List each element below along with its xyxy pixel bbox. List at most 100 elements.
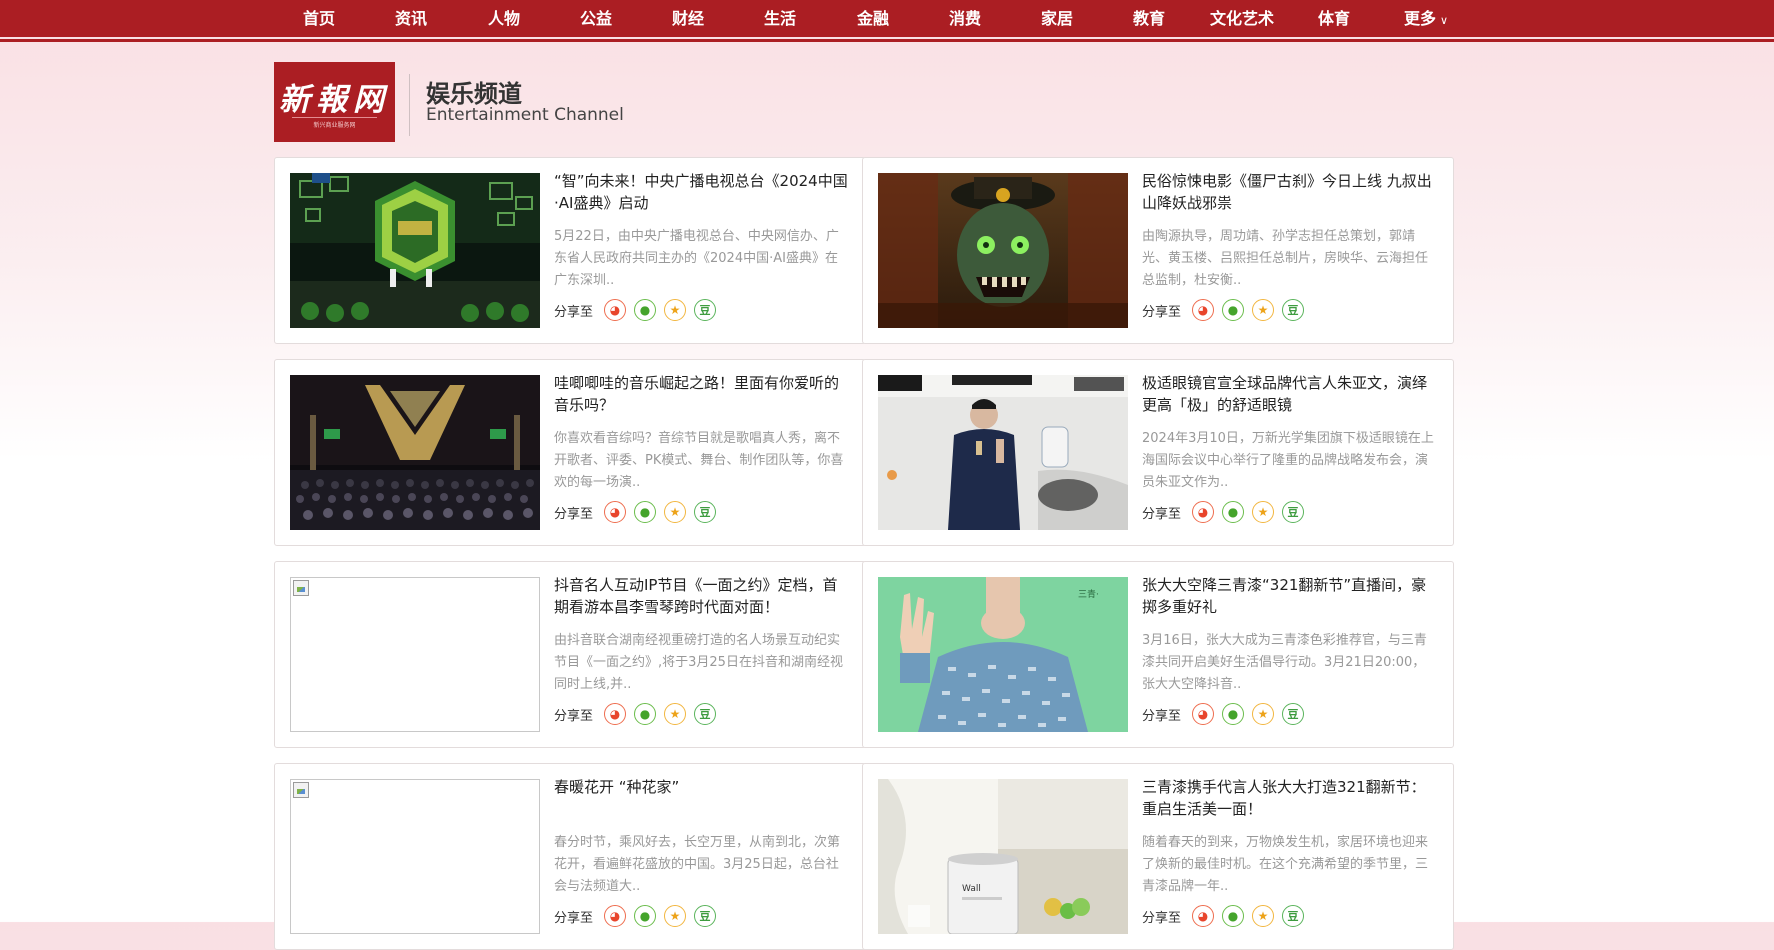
share-label: 分享至 <box>554 506 594 522</box>
nav-item-culture-art[interactable]: 文化艺术 <box>1206 0 1278 37</box>
article-thumbnail[interactable]: 三青· <box>878 577 1128 732</box>
douban-icon[interactable]: 豆 <box>1282 905 1305 927</box>
article-thumbnail[interactable] <box>290 375 540 530</box>
share-bar: 分享至 ◕ ● ★ 豆 <box>1142 299 1305 321</box>
logo-divider <box>292 117 377 118</box>
weibo-icon[interactable]: ◕ <box>604 299 627 321</box>
logo-subtitle: 新兴商业服务网 <box>313 122 356 129</box>
weibo-icon[interactable]: ◕ <box>1192 501 1215 523</box>
douban-icon[interactable]: 豆 <box>694 299 717 321</box>
article-title[interactable]: 民俗惊悚电影《僵尸古刹》今日上线 九叔出山降妖战邪祟 <box>1142 170 1437 214</box>
article-title[interactable]: 抖音名人互动IP节目《一面之约》定档，首期看游本昌李雪琴跨时代面对面！ <box>554 574 849 618</box>
article-thumbnail[interactable] <box>290 173 540 328</box>
article-card[interactable]: 抖音名人互动IP节目《一面之约》定档，首期看游本昌李雪琴跨时代面对面！ 由抖音联合… <box>274 561 866 748</box>
article-thumbnail[interactable] <box>878 375 1128 530</box>
broken-image-thumbnail[interactable] <box>290 779 540 934</box>
article-title[interactable]: 极适眼镜官宣全球品牌代言人朱亚文，演绎更高「极」的舒适眼镜 <box>1142 372 1437 416</box>
broken-image-thumbnail[interactable] <box>290 577 540 732</box>
qzone-icon[interactable]: ★ <box>1252 299 1275 321</box>
article-summary: 春分时节，乘风好去，长空万里，从南到北，次第花开，看遍鲜花盛放的中国。3月25日… <box>554 835 841 894</box>
douban-icon[interactable]: 豆 <box>1282 501 1305 523</box>
site-logo[interactable]: 新報网 新兴商业服务网 <box>274 62 395 142</box>
article-summary: 2024年3月10日，万新光学集团旗下极适眼镜在上海国际会议中心举行了隆重的品牌… <box>1142 431 1434 490</box>
share-bar: 分享至 ◕ ● ★ 豆 <box>1142 501 1305 523</box>
qzone-icon[interactable]: ★ <box>664 703 687 725</box>
header-divider <box>409 74 410 136</box>
nav-item-education[interactable]: 教育 <box>1128 0 1170 37</box>
article-summary: 5月22日，由中央广播电视总台、中央网信办、广东省人民政府共同主办的《2024中… <box>554 229 839 288</box>
nav-item-life[interactable]: 生活 <box>759 0 801 37</box>
wechat-icon[interactable]: ● <box>634 299 657 321</box>
nav-item-more[interactable]: 更多 ∨ <box>1398 0 1454 37</box>
wechat-icon[interactable]: ● <box>1222 501 1245 523</box>
channel-subtitle: Entertainment Channel <box>426 105 624 125</box>
nav-item-people[interactable]: 人物 <box>483 0 525 37</box>
qzone-icon[interactable]: ★ <box>1252 703 1275 725</box>
article-thumbnail[interactable]: Wall <box>878 779 1128 934</box>
douban-icon[interactable]: 豆 <box>694 905 717 927</box>
weibo-icon[interactable]: ◕ <box>1192 703 1215 725</box>
article-summary: 随着春天的到来，万物焕发生机，家居环境也迎来了焕新的最佳时机。在这个充满希望的季… <box>1142 835 1429 894</box>
nav-item-banking[interactable]: 金融 <box>852 0 894 37</box>
article-title[interactable]: “智”向未来！中央广播电视总台《2024中国·AI盛典》启动 <box>554 170 849 214</box>
share-label: 分享至 <box>1142 708 1182 724</box>
douban-icon[interactable]: 豆 <box>694 501 717 523</box>
weibo-icon[interactable]: ◕ <box>1192 299 1215 321</box>
chevron-down-icon: ∨ <box>1439 14 1449 27</box>
weibo-icon[interactable]: ◕ <box>1192 905 1215 927</box>
article-title[interactable]: 张大大空降三青漆“321翻新节”直播间，豪掷多重好礼 <box>1142 574 1437 618</box>
nav-item-home[interactable]: 首页 <box>298 0 340 37</box>
article-card[interactable]: 三青· 张大大空降三青漆“321翻新节”直播间，豪掷多重好礼 3月16日，张大大成… <box>862 561 1454 748</box>
article-card[interactable]: “智”向未来！中央广播电视总台《2024中国·AI盛典》启动 5月22日，由中央广… <box>274 157 866 344</box>
share-label: 分享至 <box>554 708 594 724</box>
article-title[interactable]: 三青漆携手代言人张大大打造321翻新节：重启生活美一面！ <box>1142 776 1437 820</box>
share-label: 分享至 <box>554 910 594 926</box>
wechat-icon[interactable]: ● <box>634 905 657 927</box>
svg-text:Wall: Wall <box>962 884 981 894</box>
article-thumbnail[interactable] <box>878 173 1128 328</box>
share-bar: 分享至 ◕ ● ★ 豆 <box>554 501 717 523</box>
qzone-icon[interactable]: ★ <box>664 299 687 321</box>
weibo-icon[interactable]: ◕ <box>604 703 627 725</box>
douban-icon[interactable]: 豆 <box>1282 299 1305 321</box>
nav-item-home-furnishing[interactable]: 家居 <box>1036 0 1078 37</box>
svg-text:三青·: 三青· <box>1078 588 1099 600</box>
article-summary: 3月16日，张大大成为三青漆色彩推荐官，与三青漆共同开启美好生活倡导行动。3月2… <box>1142 633 1427 692</box>
share-label: 分享至 <box>554 304 594 320</box>
wechat-icon[interactable]: ● <box>1222 703 1245 725</box>
share-label: 分享至 <box>1142 506 1182 522</box>
nav-more-label: 更多 <box>1403 9 1436 28</box>
article-summary: 由陶源执导，周功靖、孙学志担任总策划，郭靖光、黄玉楼、吕熙担任总制片，房映华、云… <box>1142 229 1429 288</box>
weibo-icon[interactable]: ◕ <box>604 501 627 523</box>
wechat-icon[interactable]: ● <box>1222 299 1245 321</box>
share-label: 分享至 <box>1142 910 1182 926</box>
share-bar: 分享至 ◕ ● ★ 豆 <box>554 299 717 321</box>
qzone-icon[interactable]: ★ <box>1252 501 1275 523</box>
share-label: 分享至 <box>1142 304 1182 320</box>
article-summary: 你喜欢看音综吗？音综节目就是歌唱真人秀，离不开歌者、评委、PK模式、舞台、制作团… <box>554 431 844 490</box>
nav-item-consumer[interactable]: 消费 <box>944 0 986 37</box>
nav-item-finance[interactable]: 财经 <box>667 0 709 37</box>
channel-title: 娱乐频道 <box>426 80 522 108</box>
article-card[interactable]: 极适眼镜官宣全球品牌代言人朱亚文，演绎更高「极」的舒适眼镜 2024年3月10日，… <box>862 359 1454 546</box>
weibo-icon[interactable]: ◕ <box>604 905 627 927</box>
article-card[interactable]: 民俗惊悚电影《僵尸古刹》今日上线 九叔出山降妖战邪祟由陶源执导，周功靖、孙学志担… <box>862 157 1454 344</box>
nav-item-news[interactable]: 资讯 <box>390 0 432 37</box>
douban-icon[interactable]: 豆 <box>694 703 717 725</box>
wechat-icon[interactable]: ● <box>634 703 657 725</box>
wechat-icon[interactable]: ● <box>634 501 657 523</box>
nav-item-sports[interactable]: 体育 <box>1313 0 1355 37</box>
share-bar: 分享至 ◕ ● ★ 豆 <box>554 905 717 927</box>
douban-icon[interactable]: 豆 <box>1282 703 1305 725</box>
qzone-icon[interactable]: ★ <box>664 501 687 523</box>
article-title[interactable]: 哇唧唧哇的音乐崛起之路！里面有你爱听的音乐吗？ <box>554 372 849 416</box>
article-title[interactable]: 春暖花开 “种花家” <box>554 776 849 798</box>
wechat-icon[interactable]: ● <box>1222 905 1245 927</box>
logo-text: 新報网 <box>279 82 390 118</box>
nav-underline <box>0 39 1774 42</box>
article-card[interactable]: 哇唧唧哇的音乐崛起之路！里面有你爱听的音乐吗？ 你喜欢看音综吗？音综节目就是歌唱真… <box>274 359 866 546</box>
nav-item-charity[interactable]: 公益 <box>575 0 617 37</box>
qzone-icon[interactable]: ★ <box>1252 905 1275 927</box>
qzone-icon[interactable]: ★ <box>664 905 687 927</box>
top-nav: 首页 资讯 人物 公益 财经 生活 金融 消费 家居 教育 文化艺术 体育 更多… <box>0 0 1774 37</box>
